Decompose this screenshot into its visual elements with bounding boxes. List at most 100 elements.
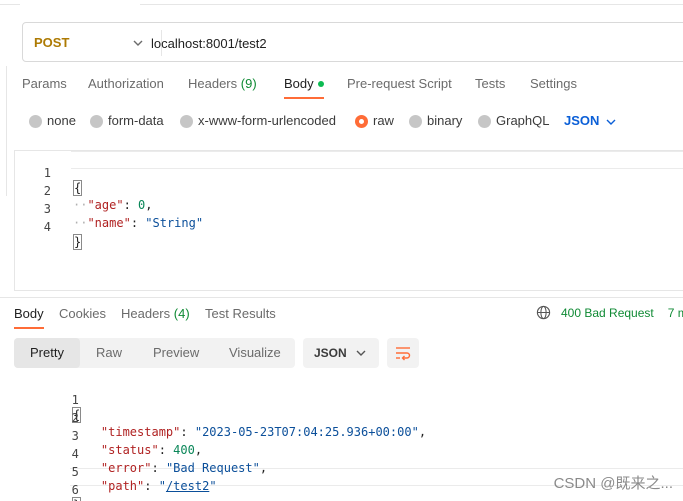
code-line: 4 } <box>15 206 83 250</box>
wrap-lines-button[interactable] <box>387 338 419 368</box>
json-string: "2023-05-23T07:04:25.936+00:00" <box>194 425 419 439</box>
path-link[interactable]: /test2 <box>166 479 209 493</box>
headers-count: (9) <box>240 76 257 91</box>
code-text: "status": 400, <box>100 443 203 457</box>
body-indicator-dot <box>317 80 324 87</box>
code-line: 1 { <box>14 379 82 423</box>
code-text: "error": "Bad Request", <box>100 461 268 475</box>
json-string: "Bad Request" <box>165 461 260 475</box>
json-key: "error" <box>100 461 152 475</box>
json-key: "timestamp" <box>100 425 181 439</box>
radio-dot <box>90 115 103 128</box>
language-select[interactable]: JSON <box>564 113 617 128</box>
code-text: ··"age": 0, <box>73 198 153 212</box>
tab-label: Cookies <box>59 306 106 321</box>
tab-settings[interactable]: Settings <box>530 76 577 91</box>
top-border <box>0 0 683 8</box>
code-line: 1 { <box>15 152 83 196</box>
tab-label: Headers <box>121 306 171 321</box>
chevron-down-icon[interactable] <box>131 36 145 50</box>
language-label: JSON <box>564 113 600 128</box>
brace: { <box>73 180 83 196</box>
tab-label: Settings <box>530 76 577 91</box>
chevron-down-icon <box>356 350 366 356</box>
code-text: ··"name": "String" <box>73 216 204 230</box>
json-key: "path" <box>100 479 145 493</box>
tab-label: Test Results <box>205 306 276 321</box>
left-divider <box>6 66 7 196</box>
line-number: 5 <box>71 465 79 479</box>
watermark: CSDN @既来之... <box>553 475 673 492</box>
line-number: 6 <box>71 483 79 497</box>
line-number: 4 <box>71 447 79 461</box>
json-key: "name" <box>87 216 131 230</box>
chevron-down-icon <box>606 119 616 125</box>
code-line: 5 "path": "/test2" <box>14 451 217 493</box>
tab-pre-request-script[interactable]: Pre-request Script <box>347 76 452 91</box>
code-line: 2 "timestamp": "2023-05-23T07:04:25.936+… <box>14 397 426 439</box>
tab-test-results[interactable]: Test Results <box>205 306 276 321</box>
tab-label: Body <box>284 76 314 91</box>
code-line: 2 ··"age": 0, <box>15 170 153 212</box>
tab-label: Tests <box>475 76 506 91</box>
status-code[interactable]: 400 Bad Request <box>561 306 654 320</box>
http-method-select[interactable]: POST <box>34 35 69 50</box>
url-input[interactable] <box>151 33 551 53</box>
response-time[interactable]: 7 m <box>668 306 683 320</box>
view-preview-button[interactable]: Preview <box>153 345 199 360</box>
view-raw-button[interactable]: Raw <box>96 345 122 360</box>
response-format-select[interactable]: JSON <box>303 338 379 368</box>
json-string: "/test2" <box>158 479 217 493</box>
request-body-editor[interactable]: 1 { 2 ··"age": 0, 3 ··"name": "String" 4… <box>14 150 683 291</box>
code-line: 6 } <box>14 469 82 501</box>
format-label: JSON <box>314 346 347 360</box>
response-view-switcher: Pretty Raw Preview Visualize <box>14 338 295 368</box>
brace: } <box>73 234 83 250</box>
tab-label: Body <box>14 306 44 321</box>
radio-label: form-data <box>108 113 164 128</box>
json-key: "age" <box>87 198 124 212</box>
code-text: "timestamp": "2023-05-23T07:04:25.936+00… <box>100 425 427 439</box>
line-number: 3 <box>71 429 79 443</box>
radio-label: x-www-form-urlencoded <box>198 113 336 128</box>
radio-label: binary <box>427 113 463 128</box>
brace: } <box>72 497 82 501</box>
line-number: 4 <box>43 220 51 234</box>
globe-icon[interactable] <box>536 305 551 320</box>
radio-dot <box>180 115 193 128</box>
radio-label: none <box>47 113 76 128</box>
response-status: 400 Bad Request 7 m <box>536 306 683 321</box>
tab-response-body[interactable]: Body <box>14 306 44 329</box>
code-line: 4 "error": "Bad Request", <box>14 433 267 475</box>
top-border-left <box>0 4 20 5</box>
json-key: "status" <box>100 443 159 457</box>
json-number: 400 <box>173 443 195 457</box>
tab-label: Pre-request Script <box>347 76 452 91</box>
tab-response-headers[interactable]: Headers (4) <box>121 306 190 321</box>
json-string: "String" <box>145 216 204 230</box>
line-number: 2 <box>71 411 79 425</box>
tab-label: Authorization <box>88 76 164 91</box>
tab-params[interactable]: Params <box>22 76 67 91</box>
code-line: 3 ··"name": "String" <box>15 188 203 230</box>
top-border-right <box>140 4 683 5</box>
radio-label: raw <box>373 113 394 128</box>
view-pretty-button[interactable]: Pretty <box>14 338 80 368</box>
radio-dot <box>478 115 491 128</box>
line-number: 1 <box>71 393 79 407</box>
tab-authorization[interactable]: Authorization <box>88 76 164 91</box>
code-line: 3 "status": 400, <box>14 415 202 457</box>
tab-headers[interactable]: Headers (9) <box>188 76 257 91</box>
code-text: } <box>73 234 83 250</box>
code-text: { <box>73 180 83 196</box>
active-line-highlight <box>71 151 683 169</box>
tab-tests[interactable]: Tests <box>475 76 505 91</box>
tab-body[interactable]: Body <box>284 76 324 99</box>
code-text: "path": "/test2" <box>100 479 217 493</box>
radio-dot <box>409 115 422 128</box>
wrap-lines-icon <box>396 347 411 361</box>
view-visualize-button[interactable]: Visualize <box>229 345 281 360</box>
tab-label: Params <box>22 76 67 91</box>
tab-response-cookies[interactable]: Cookies <box>59 306 106 321</box>
code-text: } <box>72 497 82 501</box>
